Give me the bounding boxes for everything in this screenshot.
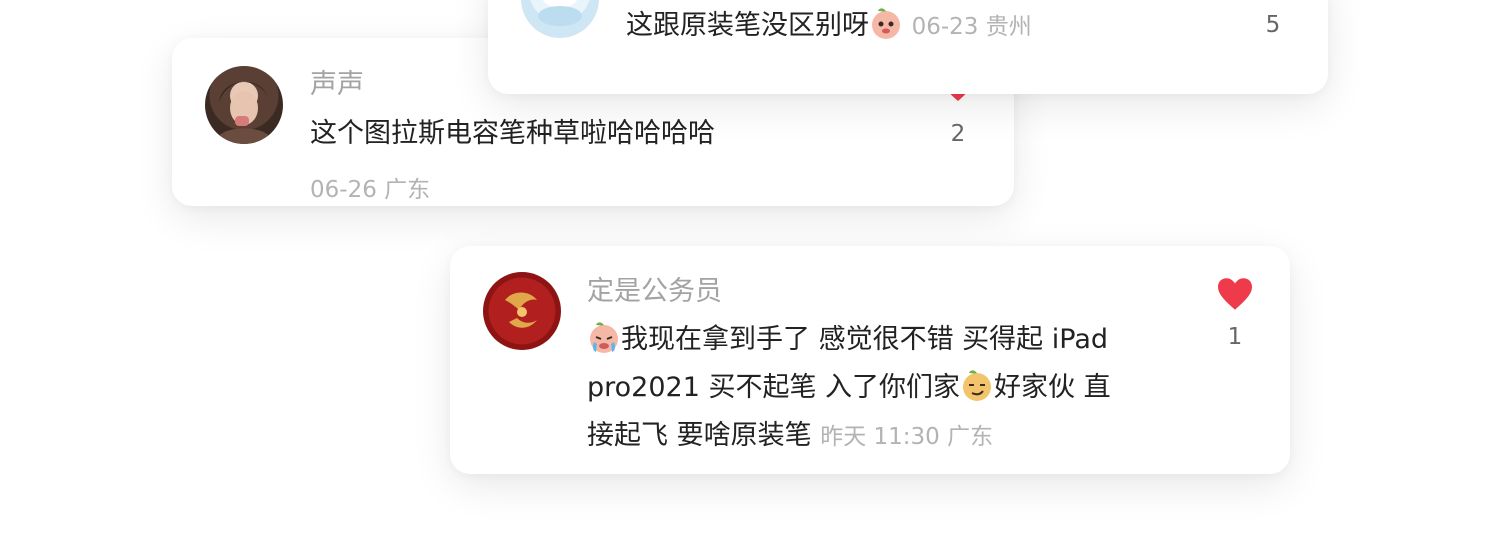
comment-line: pro2021 买不起笔 入了你们家 好家伙 直 — [587, 364, 1207, 412]
comment-author[interactable]: 声声 — [310, 68, 364, 102]
comment-card: 这跟原装笔没区别呀 06-23 贵州 5 — [488, 0, 1328, 94]
comment-body: 我现在拿到手了 感觉很不错 买得起 iPad — [621, 324, 1109, 355]
like-count: 5 — [1265, 12, 1281, 38]
avatar-image — [538, 0, 582, 26]
like-count: 1 — [1227, 324, 1243, 350]
avatar[interactable] — [521, 0, 599, 38]
smirk-emoji-icon — [963, 370, 992, 401]
comment-card: 定是公务员 我现在拿到手了 感觉很不错 买得起 iPad pro2021 买不起… — [450, 246, 1290, 474]
comment-meta: 昨天 11:30 广东 — [820, 424, 994, 450]
comment-author[interactable]: 定是公务员 — [587, 275, 722, 309]
comment-body: 这跟原装笔没区别呀 — [626, 10, 869, 41]
avatar-image — [505, 292, 537, 328]
comment-body: 好家伙 直 — [994, 372, 1111, 403]
comment-meta: 06-26 广东 — [310, 177, 431, 203]
peach-emoji-icon — [872, 8, 900, 39]
heart-icon[interactable] — [1216, 277, 1254, 311]
comment-text: 这跟原装笔没区别呀 06-23 贵州 — [626, 2, 1032, 51]
crying-emoji-icon — [590, 322, 618, 353]
comment-body: 接起飞 要啥原装笔 — [587, 420, 812, 451]
avatar-image — [219, 81, 269, 144]
comment-body: pro2021 买不起笔 入了你们家 — [587, 372, 961, 403]
comment-text: 这个图拉斯电容笔种草啦哈哈哈哈 — [310, 118, 715, 149]
avatar[interactable] — [205, 66, 283, 144]
comment-meta: 06-23 贵州 — [911, 14, 1032, 40]
comment-line: 我现在拿到手了 感觉很不错 买得起 iPad — [587, 316, 1207, 364]
avatar[interactable] — [483, 272, 561, 350]
comment-text: 我现在拿到手了 感觉很不错 买得起 iPad pro2021 买不起笔 入了你们… — [587, 316, 1207, 461]
like-count: 2 — [950, 121, 966, 147]
comment-line: 接起飞 要啥原装笔 昨天 11:30 广东 — [587, 412, 1207, 461]
